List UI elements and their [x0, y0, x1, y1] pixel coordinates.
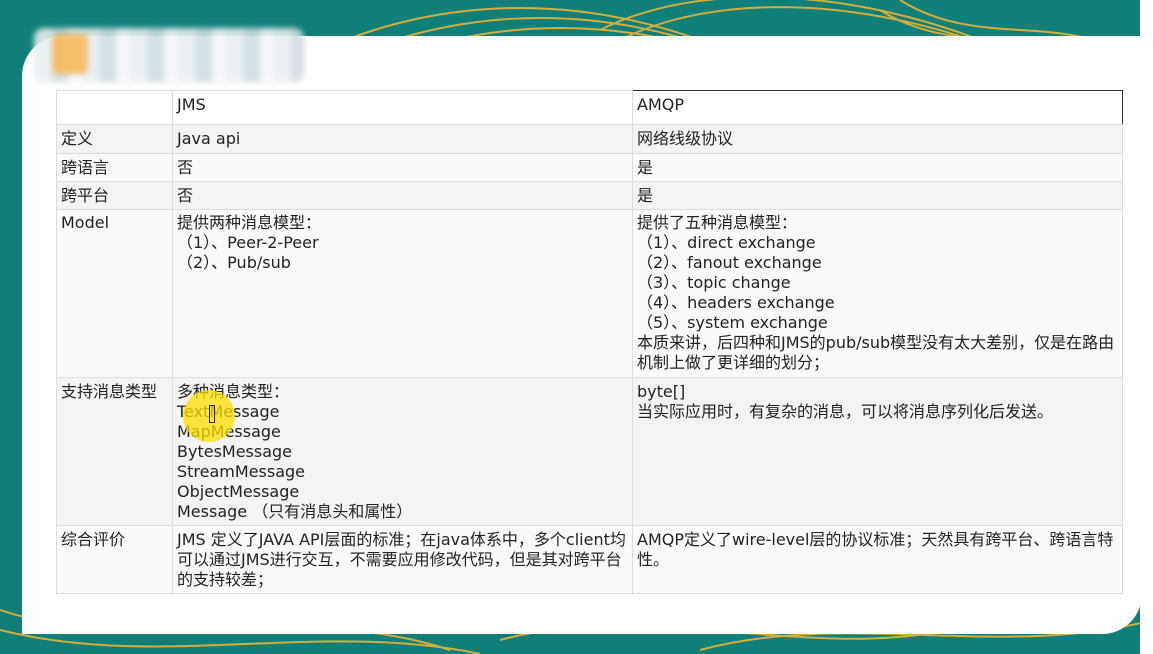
header-cell-jms: JMS [172, 90, 633, 125]
header-cell-empty [56, 90, 173, 125]
row-label: 跨语言 [56, 153, 173, 182]
table-row: 定义 Java api 网络线级协议 [56, 124, 1123, 154]
jms-cell: JMS 定义了JAVA API层面的标准；在java体系中，多个client均可… [172, 525, 633, 594]
amqp-cell: AMQP定义了wire-level层的协议标准；天然具有跨平台、跨语言特性。 [632, 525, 1123, 594]
row-label: 支持消息类型 [56, 377, 173, 526]
table-row: 跨平台 否 是 [56, 181, 1123, 210]
table-header-row: JMS AMQP [56, 90, 1123, 125]
slide-edge [1140, 0, 1153, 654]
row-label: 定义 [56, 124, 173, 154]
header-cell-amqp: AMQP [632, 90, 1123, 125]
blurred-logo-mark [52, 34, 88, 74]
amqp-cell: 提供了五种消息模型： （1）、direct exchange （2）、fanou… [632, 209, 1123, 378]
jms-cell: 否 [172, 181, 633, 210]
amqp-cell: 是 [632, 181, 1123, 210]
comparison-table: JMS AMQP 定义 Java api 网络线级协议 跨语言 否 是 跨平台 … [56, 90, 1123, 594]
jms-cell: Java api [172, 124, 633, 154]
text-cursor-icon [209, 405, 215, 423]
row-label: Model [56, 209, 173, 378]
amqp-cell: 是 [632, 153, 1123, 182]
row-label: 综合评价 [56, 525, 173, 594]
jms-cell: 多种消息类型： TextMessage MapMessage BytesMess… [172, 377, 633, 526]
table-row: 跨语言 否 是 [56, 153, 1123, 182]
table-row: Model 提供两种消息模型： （1）、Peer-2-Peer （2）、Pub/… [56, 209, 1123, 378]
blurred-logo [34, 28, 304, 82]
table-row: 综合评价 JMS 定义了JAVA API层面的标准；在java体系中，多个cli… [56, 525, 1123, 594]
jms-cell: 提供两种消息模型： （1）、Peer-2-Peer （2）、Pub/sub [172, 209, 633, 378]
amqp-cell: 网络线级协议 [632, 124, 1123, 154]
row-label: 跨平台 [56, 181, 173, 210]
jms-cell: 否 [172, 153, 633, 182]
amqp-cell: byte[] 当实际应用时，有复杂的消息，可以将消息序列化后发送。 [632, 377, 1123, 526]
